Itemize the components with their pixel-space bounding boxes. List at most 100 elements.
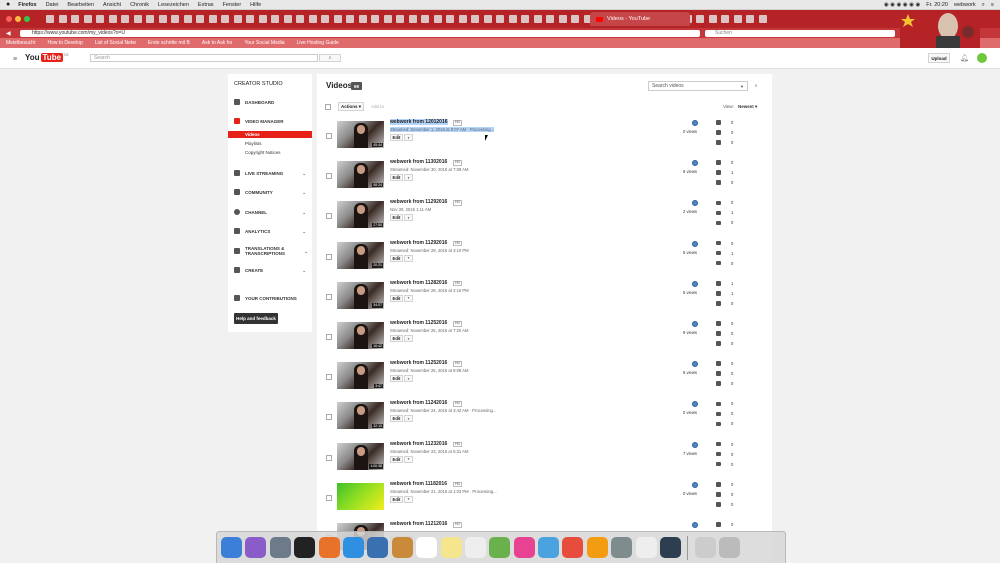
pinned-tab-favicon-icon[interactable] (571, 15, 579, 23)
edit-button[interactable]: Edit (390, 415, 403, 423)
video-row[interactable]: 16:42 webwork from 11252016 HD Streamed: No… (317, 319, 772, 359)
pinned-tab-favicon-icon[interactable] (521, 15, 529, 23)
pinned-tab-favicon-icon[interactable] (383, 15, 392, 23)
zoom-window-icon[interactable] (24, 16, 30, 22)
menu-fenster[interactable]: Fenster (223, 2, 242, 8)
edit-dropdown[interactable]: ▾ (404, 415, 413, 423)
reminders-icon[interactable] (464, 537, 486, 558)
pinned-tab-favicon-icon[interactable] (308, 15, 317, 23)
video-title-link[interactable]: webwork from 11282016 (390, 280, 447, 286)
public-visibility-icon[interactable] (692, 321, 698, 327)
pinned-tab-favicon-icon[interactable] (533, 15, 542, 23)
pinned-tab-favicon-icon[interactable] (358, 15, 367, 23)
sidebar-item-channel[interactable]: CHANNEL ⌄ (234, 209, 308, 215)
launchpad-icon[interactable] (269, 537, 291, 558)
youtube-search-button[interactable]: ⌕ (319, 54, 341, 62)
video-title-link[interactable]: webwork from 11302016 (390, 159, 447, 165)
pinned-tab-favicon-icon[interactable] (733, 15, 742, 23)
pinned-tab-favicon-icon[interactable] (508, 15, 517, 23)
pinned-tab-favicon-icon[interactable] (58, 15, 67, 23)
add-to-button[interactable]: Add to (371, 104, 384, 109)
sidebar-item-create[interactable]: CREATE ⌄ (234, 267, 308, 273)
pinned-tab-favicon-icon[interactable] (696, 15, 704, 23)
spotlight-icon[interactable]: ⌕ (982, 2, 985, 9)
music-icon[interactable] (562, 537, 584, 558)
pinned-tab-favicon-icon[interactable] (371, 15, 379, 23)
sidebar-item-your-contributions[interactable]: YOUR CONTRIBUTIONS (234, 295, 308, 301)
pinned-tab-favicon-icon[interactable] (296, 15, 304, 23)
onepassword-icon[interactable] (660, 537, 682, 558)
mail-icon[interactable] (367, 537, 389, 558)
bookmark-item[interactable]: Erste schritte mit B (148, 40, 190, 46)
calendar-icon[interactable] (416, 537, 438, 558)
maps-icon[interactable] (489, 537, 511, 558)
edit-dropdown[interactable]: ▾ (404, 335, 413, 342)
edit-dropdown[interactable]: ▾ (404, 495, 413, 503)
notifications-bell-icon[interactable]: 🔔︎ (960, 54, 969, 62)
pinned-tab-favicon-icon[interactable] (108, 15, 117, 23)
bookmark-item[interactable]: Ask to Ask for (202, 40, 233, 46)
close-window-icon[interactable] (6, 16, 12, 22)
video-title-link[interactable]: webwork from 11292016 (390, 199, 447, 205)
video-checkbox[interactable] (326, 133, 332, 139)
video-title-link[interactable]: webwork from 11242016 (390, 400, 447, 406)
edit-button[interactable]: Edit (390, 174, 403, 182)
view-sort-dropdown[interactable]: Newest ▾ (738, 104, 757, 110)
browser-search-field[interactable]: Suchen (705, 29, 895, 37)
sidebar-sub-playlists[interactable]: Playlists (228, 140, 312, 147)
video-row[interactable]: 3:47 webwork from 11252016 HD Streamed: Nov… (317, 359, 772, 399)
downloads-icon[interactable] (694, 537, 716, 558)
status-icons[interactable]: ◉ ◉ ◉ ◉ ◉ ◉ (884, 2, 920, 8)
public-visibility-icon[interactable] (692, 441, 698, 448)
books-icon[interactable] (586, 537, 608, 558)
video-thumbnail[interactable]: 16:42 (337, 322, 384, 349)
edit-dropdown[interactable]: ▾ (404, 375, 413, 383)
video-thumbnail[interactable]: 58:24 (337, 161, 384, 189)
edit-dropdown[interactable]: ▾ (404, 455, 413, 463)
video-title-link[interactable]: webwork from 11252016 (390, 360, 447, 366)
pinned-tab-favicon-icon[interactable] (233, 15, 242, 23)
public-visibility-icon[interactable] (692, 240, 698, 247)
sidebar-sub-copyright-notices[interactable]: Copyright Notices (228, 149, 312, 156)
help-feedback-button[interactable]: Help and feedback (234, 313, 278, 324)
public-visibility-icon[interactable] (692, 522, 698, 528)
pinned-tab-favicon-icon[interactable] (121, 15, 129, 23)
menu-lesezeichen[interactable]: Lesezeichen (158, 2, 189, 8)
menu-extras[interactable]: Extras (198, 2, 214, 8)
contacts-icon[interactable] (391, 537, 413, 558)
video-thumbnail[interactable]: 1:00:38 (337, 442, 384, 470)
url-field[interactable]: https://www.youtube.com/my_videos?o=U (20, 29, 700, 37)
video-checkbox[interactable] (326, 454, 332, 461)
pinned-tab-favicon-icon[interactable] (221, 15, 229, 23)
menubar-user[interactable]: webwork (954, 2, 976, 8)
video-checkbox[interactable] (326, 253, 332, 260)
sidebar-item-dashboard[interactable]: DASHBOARD (234, 99, 308, 105)
pinned-tab-favicon-icon[interactable] (471, 15, 479, 23)
actions-dropdown[interactable]: Actions ▾ (338, 102, 364, 111)
notification-center-icon[interactable]: ≡ (991, 2, 994, 8)
pinned-tab-favicon-icon[interactable] (483, 15, 492, 23)
pinned-tab-favicon-icon[interactable] (558, 15, 567, 23)
video-title-link[interactable]: webwork from 11182016 (390, 481, 447, 487)
pinned-tab-favicon-icon[interactable] (158, 15, 167, 23)
pinned-tab-favicon-icon[interactable] (146, 15, 154, 23)
bookmark-item[interactable]: Live Hosting Guide (297, 40, 339, 46)
video-row[interactable]: 27:50 webwork from 11292016 HD Nov 30, 2016… (317, 198, 772, 238)
finder-icon[interactable] (221, 537, 242, 558)
bookmark-item[interactable]: How to Develop (47, 40, 82, 46)
menu-datei[interactable]: Datei (46, 2, 59, 8)
edit-dropdown[interactable]: ▾ (404, 214, 413, 222)
system-monitor-icon[interactable] (294, 537, 316, 558)
search-videos-button[interactable]: ⌕ (750, 81, 762, 91)
video-checkbox[interactable] (326, 334, 332, 340)
avatar[interactable] (977, 53, 987, 63)
pinned-tab-favicon-icon[interactable] (271, 15, 279, 23)
video-thumbnail[interactable]: 45:44 (337, 121, 384, 148)
textedit-icon[interactable] (635, 537, 657, 558)
public-visibility-icon[interactable] (692, 120, 698, 126)
video-row[interactable]: 20:21 webwork from 11292016 HD Streamed: No… (317, 239, 772, 279)
guide-menu-icon[interactable]: ≡ (13, 56, 17, 63)
bookmark-item[interactable]: Your Social Media (244, 40, 284, 46)
video-checkbox[interactable] (326, 414, 332, 421)
photos-icon[interactable] (513, 537, 535, 558)
